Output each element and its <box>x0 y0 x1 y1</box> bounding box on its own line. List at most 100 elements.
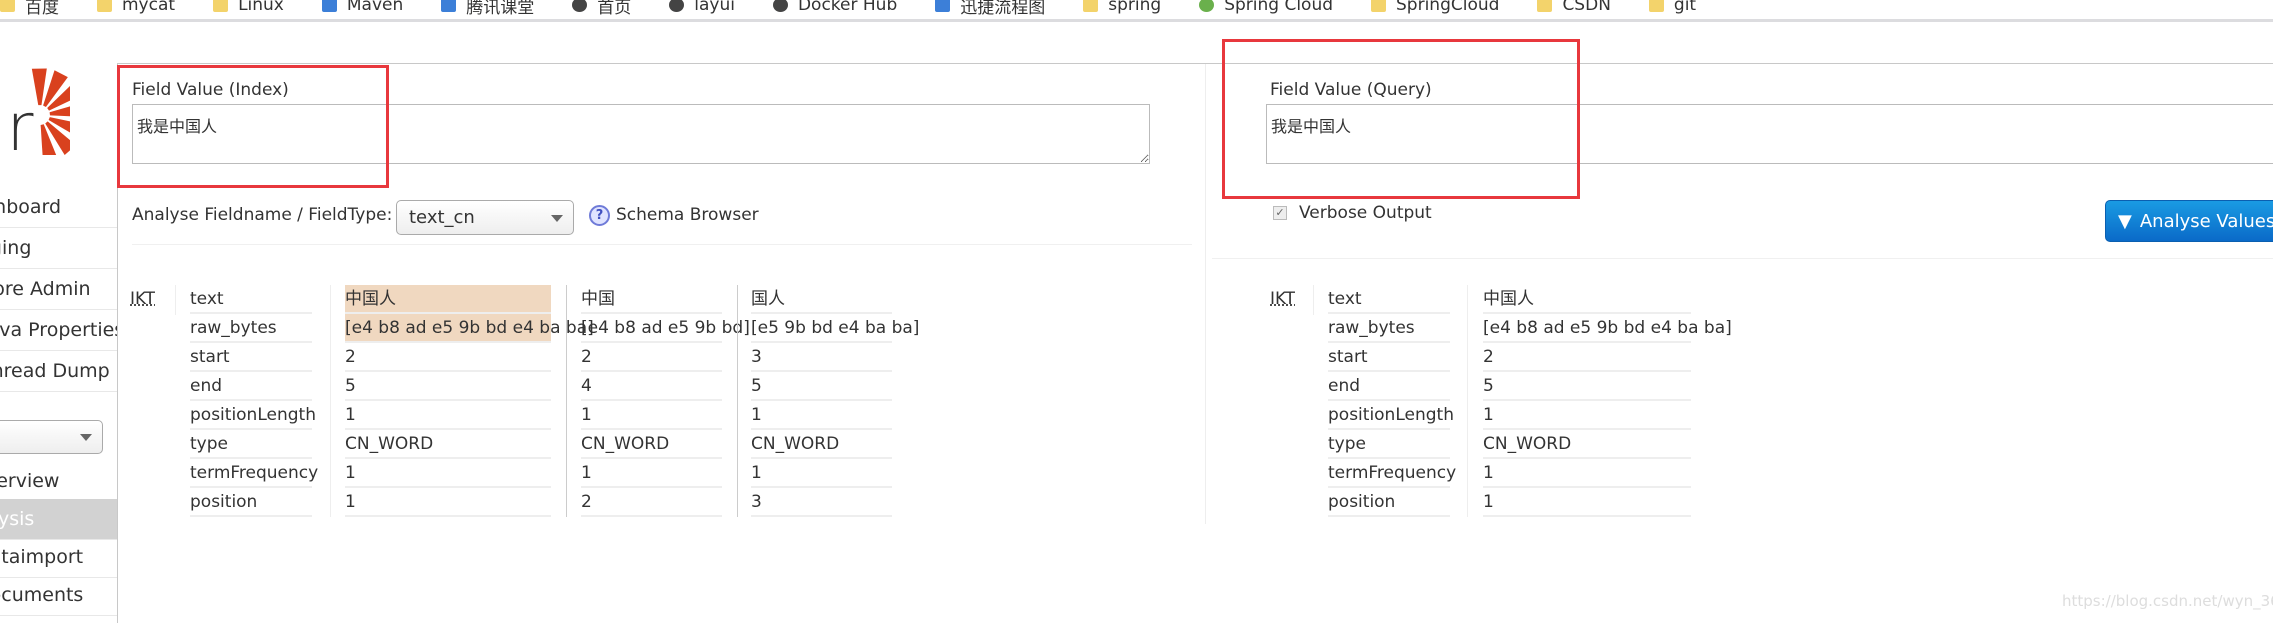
tencent-icon <box>441 0 456 12</box>
sidebar-item[interactable]: Thread Dump <box>0 351 117 392</box>
bookmark-item[interactable]: Maven <box>322 0 403 15</box>
github-icon <box>572 0 587 12</box>
bookmark-label: Linux <box>238 0 284 15</box>
bookmark-item[interactable]: git <box>1649 0 1696 15</box>
row-label: start <box>1328 343 1450 372</box>
bookmark-label: Docker Hub <box>798 0 897 15</box>
bookmark-label: layui <box>694 0 735 15</box>
sidebar-item[interactable]: Java Properties <box>0 310 117 351</box>
chevron-down-icon <box>80 434 92 441</box>
sidebar-item-label: Core Admin <box>0 278 91 300</box>
sidebar-item-label: Logging <box>0 237 31 259</box>
bookmark-label: Maven <box>347 0 403 15</box>
bookmark-item[interactable]: spring <box>1083 0 1161 15</box>
sidebar-item[interactable]: Dataimport <box>0 537 117 578</box>
verbose-output-label: Verbose Output <box>1299 203 1432 223</box>
token-value: 1 <box>751 459 892 488</box>
divider <box>175 285 176 315</box>
analyzer-name[interactable]: IKT <box>130 285 155 314</box>
analyse-values-label: Analyse Values <box>2140 211 2273 232</box>
fieldtype-select[interactable]: text_cn <box>396 200 574 235</box>
token-value: 4 <box>581 372 722 401</box>
analyse-values-button[interactable]: ▼ Analyse Values <box>2105 200 2273 242</box>
token-value: 1 <box>581 459 722 488</box>
token-value: [e4 b8 ad e5 9b bd e4 ba ba] <box>345 314 551 343</box>
token-value: CN_WORD <box>1483 430 1691 459</box>
bookmark-item[interactable]: Docker Hub <box>773 0 897 15</box>
sidebar-item[interactable]: Analysis <box>0 499 117 540</box>
bookmark-item[interactable]: 首页 <box>572 0 631 18</box>
divider <box>0 19 2273 22</box>
sidebar-item[interactable]: Core Admin <box>0 269 117 310</box>
verbose-output-checkbox[interactable]: ✓ <box>1273 206 1287 220</box>
bookmark-item[interactable]: mycat <box>97 0 175 15</box>
bookmark-label: SpringCloud <box>1396 0 1499 15</box>
core-selector[interactable] <box>0 420 103 454</box>
maven-icon <box>322 0 337 12</box>
sidebar-item-label: Java Properties <box>0 319 117 341</box>
token-value: 3 <box>751 343 892 372</box>
token-value: 中国人 <box>345 285 551 314</box>
divider <box>1212 258 2273 259</box>
bookmark-label: 迅捷流程图 <box>960 0 1045 18</box>
sidebar-item[interactable]: Documents <box>0 575 117 616</box>
token-value: 1 <box>1483 459 1691 488</box>
query-field-label: Field Value (Query) <box>1270 80 1432 100</box>
token-value: 5 <box>1483 372 1691 401</box>
row-label: raw_bytes <box>190 314 312 343</box>
help-icon[interactable]: ? <box>589 205 610 226</box>
analyzer-name[interactable]: IKT <box>1270 285 1295 314</box>
bookmark-item[interactable]: layui <box>669 0 735 15</box>
chevron-down-icon <box>551 215 563 222</box>
divider <box>117 63 2273 64</box>
row-label: position <box>190 488 312 517</box>
folder-icon <box>1537 0 1552 12</box>
divider <box>117 63 118 623</box>
docker-icon <box>773 0 788 12</box>
bookmark-label: mycat <box>122 0 175 15</box>
bookmark-item[interactable]: 腾讯课堂 <box>441 0 534 18</box>
sidebar-item-label: Dataimport <box>0 546 83 568</box>
token-value: 1 <box>345 488 551 517</box>
divider <box>566 285 567 517</box>
token-value: 2 <box>1483 343 1691 372</box>
bookmark-label: Spring Cloud <box>1224 0 1333 15</box>
token-value: 1 <box>581 401 722 430</box>
logo-ray <box>32 68 47 105</box>
token-value: 5 <box>345 372 551 401</box>
query-field-value-input[interactable]: 我是中国人 <box>1266 104 2273 164</box>
row-label: termFrequency <box>190 459 312 488</box>
sidebar-item-label: Dashboard <box>0 196 61 218</box>
bookmark-label: spring <box>1108 0 1161 15</box>
token-value: 5 <box>751 372 892 401</box>
index-field-value-input[interactable]: 我是中国人 <box>132 104 1150 164</box>
folder-icon <box>1649 0 1664 12</box>
token-value: 1 <box>1483 488 1691 517</box>
divider <box>737 285 738 517</box>
sidebar-item-label: Documents <box>0 584 83 606</box>
bookmark-label: 首页 <box>597 0 631 18</box>
row-label: type <box>190 430 312 459</box>
bookmark-item[interactable]: 百度 <box>0 0 59 18</box>
bookmark-item[interactable]: CSDN <box>1537 0 1610 15</box>
watermark: https://blog.csdn.net/wyn_365 <box>2062 592 2273 610</box>
row-label: raw_bytes <box>1328 314 1450 343</box>
layui-icon <box>669 0 684 12</box>
fieldtype-label: Analyse Fieldname / FieldType: <box>132 205 392 225</box>
sidebar-item[interactable]: Logging <box>0 228 117 269</box>
row-label: termFrequency <box>1328 459 1450 488</box>
bookmark-item[interactable]: Spring Cloud <box>1199 0 1333 15</box>
bookmark-item[interactable]: 迅捷流程图 <box>935 0 1045 18</box>
divider <box>1467 285 1468 517</box>
divider <box>330 285 331 517</box>
sidebar-item[interactable]: Overview <box>0 461 117 502</box>
sidebar-item[interactable]: Dashboard <box>0 187 117 228</box>
bookmark-item[interactable]: SpringCloud <box>1371 0 1499 15</box>
bookmark-item[interactable]: Linux <box>213 0 284 15</box>
row-label: positionLength <box>1328 401 1450 430</box>
sidebar-item-label: Overview <box>0 470 59 492</box>
token-value: 2 <box>345 343 551 372</box>
sidebar-item-label: Analysis <box>0 508 34 530</box>
row-label: positionLength <box>190 401 312 430</box>
schema-browser-link[interactable]: Schema Browser <box>616 205 759 225</box>
